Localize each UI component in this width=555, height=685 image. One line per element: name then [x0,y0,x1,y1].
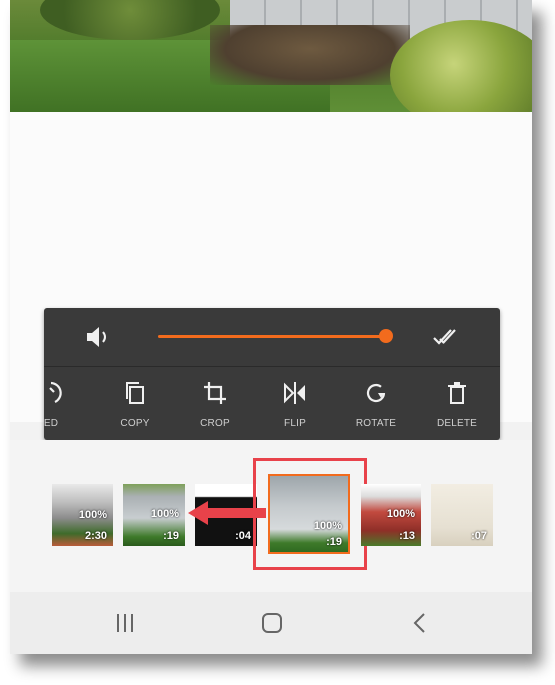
arrow-left-icon [188,501,266,525]
rotate-icon [366,383,386,403]
volume-slider-track[interactable] [158,335,386,338]
back-icon[interactable] [405,610,435,636]
volume-slider-thumb[interactable] [379,329,393,343]
tool-label: FLIP [284,418,306,429]
tool-label: DELETE [436,418,478,429]
flip-icon [284,382,305,404]
app-window: ED COPY CROP FLIP ROTATE DELETE 100% 2:3… [10,0,532,654]
clip-duration: :13 [399,530,415,542]
tool-delete[interactable]: DELETE [422,376,492,436]
clip-percent: 100% [150,508,179,520]
edit-panel: ED COPY CROP FLIP ROTATE DELETE [44,308,500,440]
clip-thumbnail-selected[interactable]: 100% :19 [268,474,350,554]
tool-label: ROTATE [355,418,397,429]
tool-label: ED [43,418,59,429]
tool-crop[interactable]: CROP [180,376,250,436]
clip-percent: 100% [78,509,107,521]
clip-percent: 100% [386,508,415,520]
tool-speed[interactable]: ED [16,376,86,436]
crop-icon [204,382,226,404]
tool-label: CROP [200,418,230,429]
clip-duration: 2:30 [84,530,107,542]
volume-row [44,308,500,367]
clip-thumbnail[interactable]: :07 [431,484,493,546]
tool-rotate[interactable]: ROTATE [341,376,411,436]
clip-thumbnail[interactable]: 100% 2:30 [52,484,113,546]
recent-apps-icon[interactable] [110,610,140,636]
video-preview [10,0,532,112]
copy-icon [126,382,144,404]
tool-copy[interactable]: COPY [100,376,170,436]
clip-duration: :04 [235,530,251,542]
clip-duration: :07 [471,530,487,542]
clip-thumbnail[interactable]: 100% :13 [361,484,421,546]
volume-icon[interactable] [84,325,112,349]
double-check-icon[interactable] [432,327,462,347]
speed-icon [49,381,62,403]
clip-percent: 100% [313,520,342,532]
clip-thumbnail[interactable]: 100% :19 [123,484,185,546]
home-icon[interactable] [257,610,287,636]
delete-icon [448,382,466,404]
system-navigation-bar [10,592,532,654]
tool-label: COPY [120,418,150,429]
tool-flip[interactable]: FLIP [260,376,330,436]
clip-duration: :19 [163,530,179,542]
clip-duration: :19 [326,536,342,548]
